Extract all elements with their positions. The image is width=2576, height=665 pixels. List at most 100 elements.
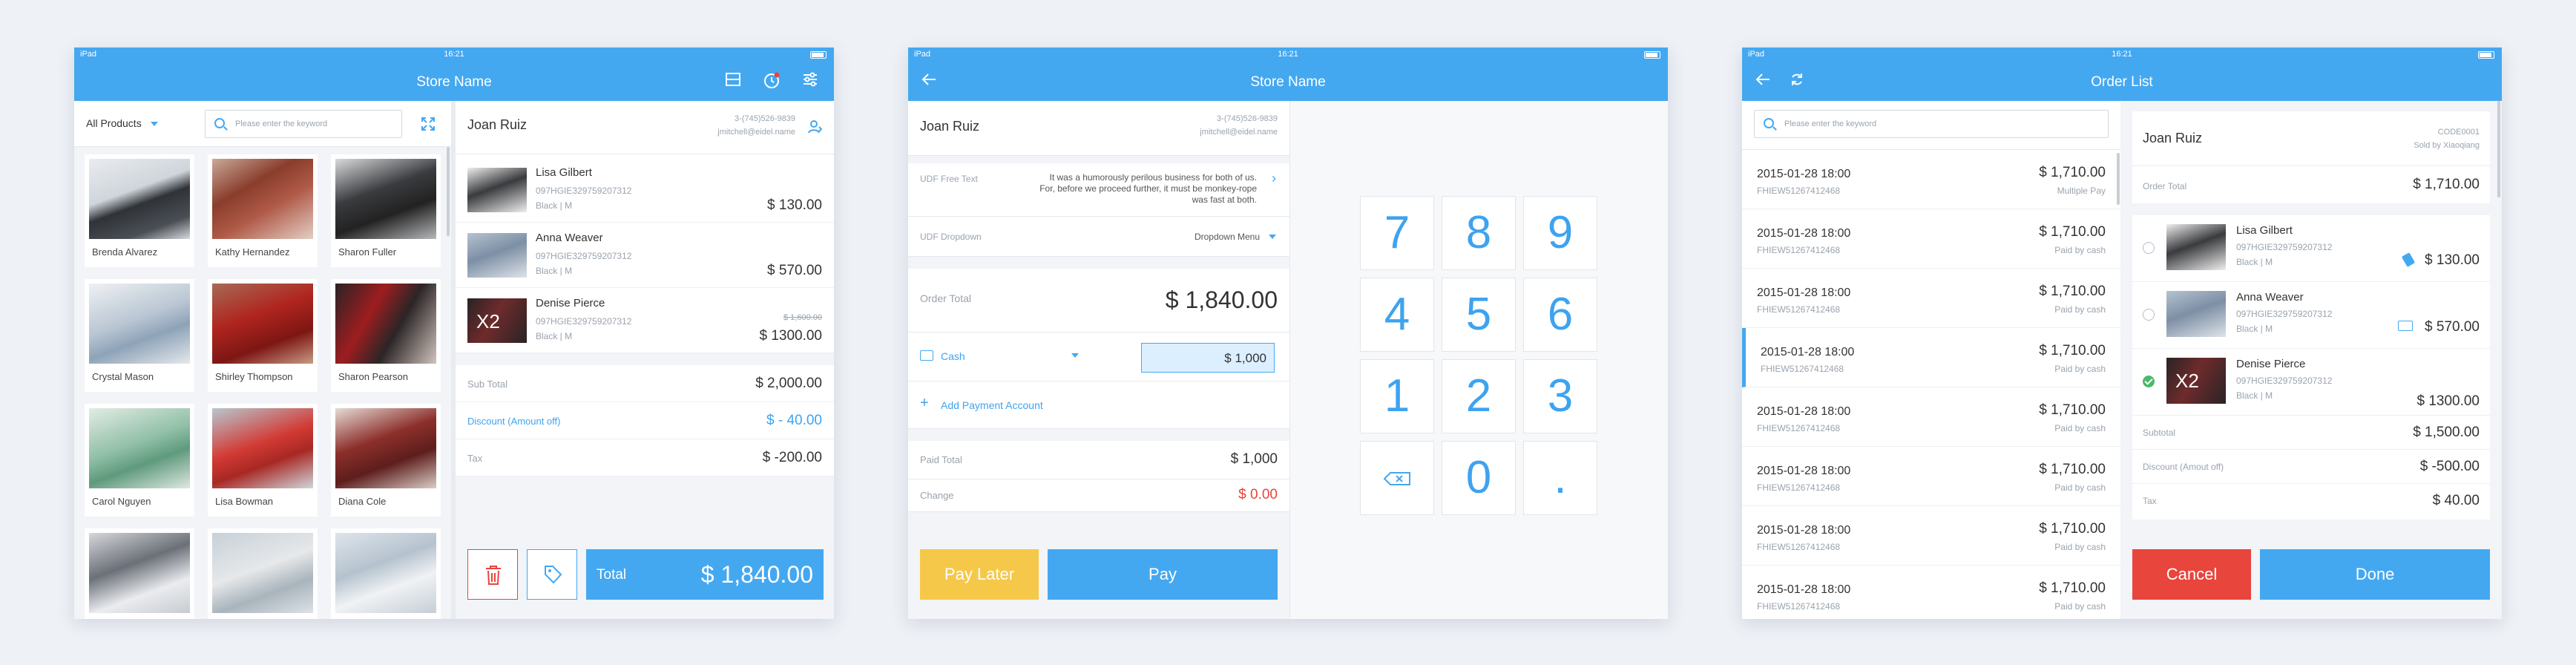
item-old-price: $ 1,600.00 bbox=[783, 313, 822, 322]
payment-amount-input[interactable]: $ 1,000 bbox=[1141, 343, 1275, 373]
tag-icon bbox=[2401, 252, 2416, 267]
item-radio[interactable] bbox=[2143, 242, 2155, 254]
key-8[interactable]: 8 bbox=[1442, 196, 1516, 270]
total-checkout-button[interactable]: Total $ 1,840.00 bbox=[586, 549, 824, 600]
cart-panel: Joan Ruiz 3-(745)526-9839 jmitchell@eide… bbox=[456, 101, 834, 619]
pay-later-button[interactable]: Pay Later bbox=[920, 549, 1039, 600]
search-input[interactable]: Please enter the keyword bbox=[1754, 110, 2109, 138]
product-card[interactable] bbox=[85, 528, 194, 619]
order-row-selected[interactable]: 2015-01-28 18:00 FHIEW51267412468 $ 1,710.… bbox=[1742, 328, 2120, 387]
key-backspace[interactable] bbox=[1360, 441, 1434, 515]
item-variant: Black | M bbox=[536, 266, 573, 276]
order-sn: FHIEW51267412468 bbox=[1757, 423, 1841, 433]
product-image bbox=[212, 533, 313, 613]
key-5[interactable]: 5 bbox=[1442, 278, 1516, 352]
paid-total-value: $ 1,000 bbox=[1230, 451, 1278, 467]
udf-dropdown-label: UDF Dropdown bbox=[920, 232, 982, 242]
product-card[interactable]: Sharon Pearson bbox=[331, 279, 441, 392]
discount-row: Discount (Amout off) $ -500.00 bbox=[2132, 450, 2490, 484]
page-title: Store Name bbox=[1250, 74, 1326, 90]
product-card[interactable]: Sharon Fuller bbox=[331, 154, 441, 267]
udf-text-row[interactable]: UDF Free Text It was a humorously perilo… bbox=[908, 163, 1289, 217]
scrollbar[interactable] bbox=[447, 147, 450, 236]
customer-row[interactable]: Joan Ruiz 3-(745)526-9839 jmitchell@eide… bbox=[456, 101, 834, 154]
key-1[interactable]: 1 bbox=[1360, 359, 1434, 433]
key-7[interactable]: 7 bbox=[1360, 196, 1434, 270]
order-item[interactable]: Anna Weaver 097HGIE329759207312 Black | … bbox=[2132, 282, 2490, 349]
pay-button[interactable]: Pay bbox=[1048, 549, 1278, 600]
order-total-row: Order Total $ 1,710.00 bbox=[2132, 166, 2490, 203]
order-row[interactable]: 2015-01-28 18:00 FHIEW51267412468 $ 1,710.… bbox=[1742, 150, 2120, 209]
order-item[interactable]: X2 Denise Pierce 097HGIE329759207312 Bla… bbox=[2132, 349, 2490, 416]
order-row[interactable]: 2015-01-28 18:00 FHIEW51267412468 $ 1,710.… bbox=[1742, 566, 2120, 619]
cancel-button[interactable]: Cancel bbox=[2132, 549, 2251, 600]
chevron-down-icon[interactable] bbox=[1071, 353, 1079, 358]
cart-item[interactable]: Anna Weaver 097HGIE329759207312 Black | … bbox=[456, 223, 834, 288]
order-date: 2015-01-28 18:00 bbox=[1757, 168, 1851, 180]
settings-sliders-icon[interactable] bbox=[800, 71, 821, 92]
delete-button[interactable] bbox=[467, 549, 518, 600]
product-card[interactable]: Diana Cole bbox=[331, 404, 441, 517]
product-card[interactable]: Crystal Mason bbox=[85, 279, 194, 392]
key-6[interactable]: 6 bbox=[1523, 278, 1597, 352]
key-0[interactable]: 0 bbox=[1442, 441, 1516, 515]
status-bar: iPad 16:21 bbox=[74, 48, 834, 62]
payment-method[interactable]: Cash bbox=[941, 350, 965, 362]
order-total-value: $ 1,840.00 bbox=[1165, 286, 1278, 313]
udf-text-label: UDF Free Text bbox=[920, 174, 978, 184]
key-9[interactable]: 9 bbox=[1523, 196, 1597, 270]
order-row[interactable]: 2015-01-28 18:00 FHIEW51267412468 $ 1,710.… bbox=[1742, 209, 2120, 269]
tax-row: Tax $ 40.00 bbox=[2132, 484, 2490, 518]
product-card[interactable] bbox=[331, 528, 441, 619]
key-3[interactable]: 3 bbox=[1523, 359, 1597, 433]
product-card[interactable]: Shirley Thompson bbox=[208, 279, 318, 392]
customer-row[interactable]: Joan Ruiz 3-(745)526-9839 jmitchell@eide… bbox=[908, 101, 1289, 156]
scrollbar[interactable] bbox=[2497, 101, 2500, 197]
item-code: 097HGIE329759207312 bbox=[2236, 242, 2333, 252]
order-row[interactable]: 2015-01-28 18:00 FHIEW51267412468 $ 1,710.… bbox=[1742, 447, 2120, 506]
udf-text-value: It was a humorously perilous business fo… bbox=[1039, 172, 1257, 205]
customer-phone: 3-(745)526-9839 bbox=[735, 114, 795, 123]
cart-item[interactable]: X2 Denise Pierce 097HGIE329759207312 Bla… bbox=[456, 288, 834, 353]
item-variant: Black | M bbox=[2236, 324, 2273, 334]
expand-icon[interactable] bbox=[420, 116, 436, 136]
scan-icon[interactable] bbox=[723, 71, 743, 92]
key-decimal[interactable]: . bbox=[1523, 441, 1597, 515]
product-card[interactable]: Carol Nguyen bbox=[85, 404, 194, 517]
product-card[interactable] bbox=[208, 528, 318, 619]
order-row[interactable]: 2015-01-28 18:00 FHIEW51267412468 $ 1,710.… bbox=[1742, 387, 2120, 447]
search-input[interactable]: Please enter the keyword bbox=[205, 110, 402, 138]
order-item[interactable]: Lisa Gilbert 097HGIE329759207312 Black |… bbox=[2132, 215, 2490, 282]
order-row[interactable]: 2015-01-28 18:00 FHIEW51267412468 $ 1,710.… bbox=[1742, 269, 2120, 328]
done-button[interactable]: Done bbox=[2260, 549, 2490, 600]
order-total-label: Order Total bbox=[2143, 181, 2187, 191]
order-sn: FHIEW51267412468 bbox=[1757, 601, 1841, 612]
scrollbar[interactable] bbox=[2117, 153, 2120, 205]
customer-name: Joan Ruiz bbox=[2143, 131, 2203, 145]
product-card[interactable]: Kathy Hernandez bbox=[208, 154, 318, 267]
subtotal-label: Sub Total bbox=[467, 379, 507, 390]
discount-tag-button[interactable] bbox=[527, 549, 577, 600]
key-4[interactable]: 4 bbox=[1360, 278, 1434, 352]
item-thumbnail bbox=[467, 233, 527, 278]
order-date: 2015-01-28 18:00 bbox=[1761, 346, 1855, 358]
product-card[interactable]: Lisa Bowman bbox=[208, 404, 318, 517]
history-icon[interactable] bbox=[761, 71, 782, 92]
item-radio[interactable] bbox=[2143, 309, 2155, 321]
udf-dropdown-row[interactable]: UDF Dropdown Dropdown Menu bbox=[908, 217, 1289, 257]
add-payment-row[interactable]: + Add Payment Account bbox=[908, 381, 1289, 429]
product-card[interactable]: Brenda Alvarez bbox=[85, 154, 194, 267]
item-thumbnail: X2 bbox=[467, 298, 527, 343]
change-value: $ 0.00 bbox=[1238, 487, 1278, 502]
item-radio-checked[interactable] bbox=[2143, 376, 2155, 387]
key-2[interactable]: 2 bbox=[1442, 359, 1516, 433]
tax-value: $ -200.00 bbox=[762, 450, 822, 465]
discount-row[interactable]: Discount (Amount off) $ - 40.00 bbox=[456, 402, 834, 439]
order-amount: $ 1,710.00 bbox=[2039, 462, 2106, 477]
order-row[interactable]: 2015-01-28 18:00 FHIEW51267412468 $ 1,710.… bbox=[1742, 506, 2120, 566]
customer-switch-icon[interactable] bbox=[807, 119, 824, 139]
cart-item[interactable]: Lisa Gilbert 097HGIE329759207312 Black |… bbox=[456, 157, 834, 223]
category-dropdown[interactable]: All Products bbox=[86, 117, 158, 129]
search-icon bbox=[1764, 118, 1774, 128]
tax-value: $ 40.00 bbox=[2432, 493, 2480, 508]
